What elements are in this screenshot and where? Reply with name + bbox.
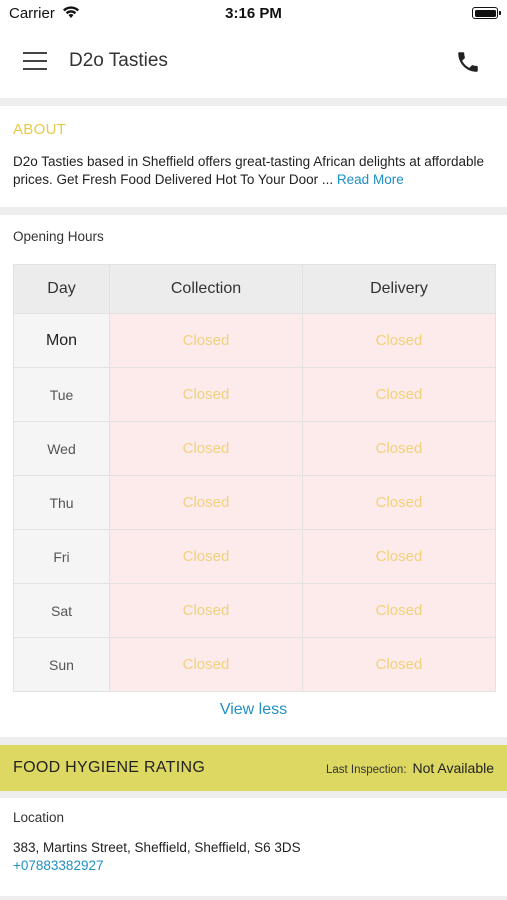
- header-delivery: Delivery: [302, 264, 496, 314]
- table-row: Sat Closed Closed: [13, 583, 496, 638]
- day-cell: Fri: [13, 529, 110, 584]
- last-inspection-label: Last Inspection:: [325, 764, 407, 776]
- divider: [0, 896, 507, 900]
- day-cell: Wed: [13, 421, 110, 476]
- collection-cell: Closed: [109, 529, 303, 584]
- delivery-cell: Closed: [302, 367, 496, 422]
- collection-cell: Closed: [109, 583, 303, 638]
- status-bar: Carrier 3:16 PM: [0, 0, 507, 28]
- menu-icon[interactable]: [23, 52, 47, 72]
- day-cell: Tue: [13, 367, 110, 422]
- hygiene-title: FOOD HYGIENE RATING: [13, 759, 206, 776]
- page-title: D2o Tasties: [69, 50, 168, 71]
- header-day: Day: [13, 264, 110, 314]
- status-time: 3:16 PM: [225, 5, 282, 22]
- divider: [0, 98, 507, 106]
- last-inspection-value: Not Available: [412, 760, 494, 776]
- table-row: Wed Closed Closed: [13, 421, 496, 476]
- divider: [0, 791, 507, 798]
- opening-hours-table: Day Collection Delivery Mon Closed Close…: [13, 264, 496, 692]
- table-row: Thu Closed Closed: [13, 475, 496, 530]
- phone-icon[interactable]: [455, 49, 481, 75]
- collection-cell: Closed: [109, 313, 303, 368]
- collection-cell: Closed: [109, 637, 303, 692]
- header-collection: Collection: [109, 264, 303, 314]
- about-description: D2o Tasties based in Sheffield offers gr…: [13, 154, 485, 187]
- delivery-cell: Closed: [302, 475, 496, 530]
- collection-cell: Closed: [109, 421, 303, 476]
- delivery-cell: Closed: [302, 421, 496, 476]
- battery-icon: [472, 7, 501, 19]
- last-inspection: Last Inspection: Not Available: [326, 760, 494, 776]
- about-text: D2o Tasties based in Sheffield offers gr…: [13, 153, 498, 189]
- location-label: Location: [13, 810, 65, 825]
- table-row: Sun Closed Closed: [13, 637, 496, 692]
- day-cell: Mon: [13, 313, 110, 368]
- phone-number-link[interactable]: +07883382927: [13, 858, 103, 873]
- opening-hours-label: Opening Hours: [13, 229, 104, 244]
- delivery-cell: Closed: [302, 637, 496, 692]
- about-heading: ABOUT: [13, 121, 67, 138]
- divider: [0, 737, 507, 745]
- delivery-cell: Closed: [302, 313, 496, 368]
- divider: [0, 207, 507, 215]
- address-text: 383, Martins Street, Sheffield, Sheffiel…: [13, 840, 301, 855]
- collection-cell: Closed: [109, 367, 303, 422]
- table-header-row: Day Collection Delivery: [13, 264, 496, 314]
- view-less-button[interactable]: View less: [0, 701, 507, 719]
- table-row: Fri Closed Closed: [13, 529, 496, 584]
- day-cell: Sat: [13, 583, 110, 638]
- table-row: Mon Closed Closed: [13, 313, 496, 368]
- delivery-cell: Closed: [302, 583, 496, 638]
- day-cell: Sun: [13, 637, 110, 692]
- collection-cell: Closed: [109, 475, 303, 530]
- day-cell: Thu: [13, 475, 110, 530]
- nav-bar: D2o Tasties: [0, 28, 507, 98]
- read-more-link[interactable]: Read More: [337, 172, 404, 187]
- food-hygiene-bar: FOOD HYGIENE RATING Last Inspection: Not …: [0, 745, 507, 791]
- delivery-cell: Closed: [302, 529, 496, 584]
- table-row: Tue Closed Closed: [13, 367, 496, 422]
